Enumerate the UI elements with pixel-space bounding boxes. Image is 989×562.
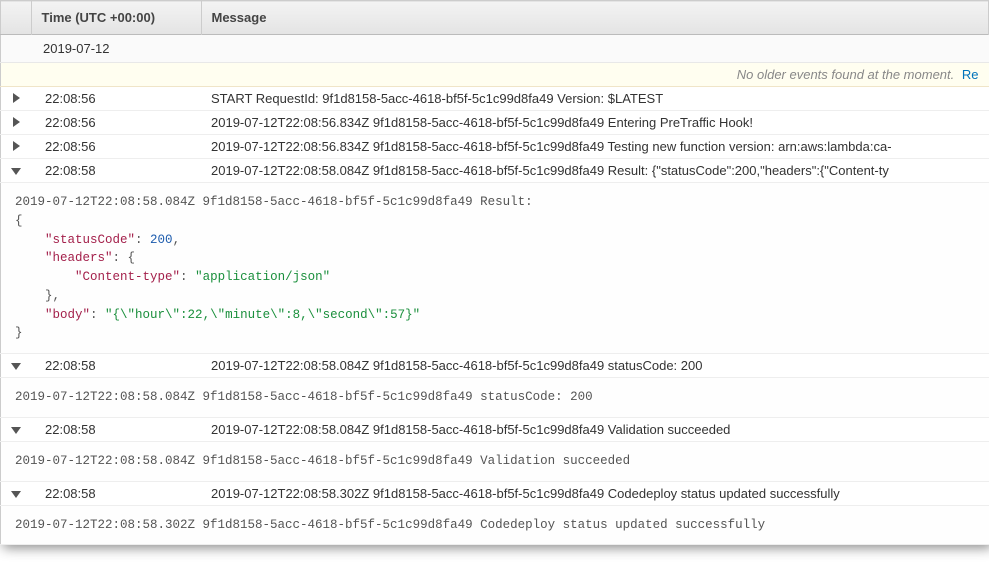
log-message: 2019-07-12T22:08:56.834Z 9f1d8158-5acc-4…: [201, 111, 989, 135]
chevron-down-icon: [11, 491, 21, 498]
log-row[interactable]: 22:08:58 2019-07-12T22:08:58.084Z 9f1d81…: [1, 417, 989, 441]
chevron-right-icon: [13, 141, 20, 151]
log-row[interactable]: 22:08:56 START RequestId: 9f1d8158-5acc-…: [1, 87, 989, 111]
expand-toggle[interactable]: [1, 135, 32, 159]
header-message[interactable]: Message: [201, 1, 989, 35]
no-older-events-notice: No older events found at the moment. Re: [1, 63, 989, 87]
log-detail: 2019-07-12T22:08:58.084Z 9f1d8158-5acc-4…: [1, 378, 989, 418]
log-time: 22:08:56: [31, 87, 201, 111]
log-detail: 2019-07-12T22:08:58.084Z 9f1d8158-5acc-4…: [1, 441, 989, 481]
log-time: 22:08:56: [31, 135, 201, 159]
log-message: 2019-07-12T22:08:58.084Z 9f1d8158-5acc-4…: [201, 354, 989, 378]
chevron-down-icon: [11, 168, 21, 175]
expand-toggle[interactable]: [1, 481, 32, 505]
date-label: 2019-07-12: [1, 35, 989, 63]
log-row[interactable]: 22:08:56 2019-07-12T22:08:56.834Z 9f1d81…: [1, 135, 989, 159]
log-detail-json: 2019-07-12T22:08:58.084Z 9f1d8158-5acc-4…: [1, 183, 989, 354]
log-time: 22:08:58: [31, 417, 201, 441]
log-time: 22:08:56: [31, 111, 201, 135]
header-expand: [1, 1, 32, 35]
log-time: 22:08:58: [31, 159, 201, 183]
chevron-right-icon: [13, 93, 20, 103]
expand-toggle[interactable]: [1, 417, 32, 441]
chevron-down-icon: [11, 363, 21, 370]
log-row[interactable]: 22:08:58 2019-07-12T22:08:58.084Z 9f1d81…: [1, 354, 989, 378]
header-time[interactable]: Time (UTC +00:00): [31, 1, 201, 35]
log-message: START RequestId: 9f1d8158-5acc-4618-bf5f…: [201, 87, 989, 111]
log-detail: 2019-07-12T22:08:58.302Z 9f1d8158-5acc-4…: [1, 505, 989, 545]
log-row[interactable]: 22:08:58 2019-07-12T22:08:58.302Z 9f1d81…: [1, 481, 989, 505]
expand-toggle[interactable]: [1, 354, 32, 378]
notice-link[interactable]: Re: [962, 67, 979, 82]
log-row[interactable]: 22:08:58 2019-07-12T22:08:58.084Z 9f1d81…: [1, 159, 989, 183]
log-time: 22:08:58: [31, 481, 201, 505]
table-header-row: Time (UTC +00:00) Message: [1, 1, 989, 35]
log-time: 22:08:58: [31, 354, 201, 378]
log-message: 2019-07-12T22:08:58.084Z 9f1d8158-5acc-4…: [201, 159, 989, 183]
log-message: 2019-07-12T22:08:58.302Z 9f1d8158-5acc-4…: [201, 481, 989, 505]
chevron-down-icon: [11, 427, 21, 434]
date-group-row: 2019-07-12: [1, 35, 989, 63]
chevron-right-icon: [13, 117, 20, 127]
log-message: 2019-07-12T22:08:58.084Z 9f1d8158-5acc-4…: [201, 417, 989, 441]
log-message: 2019-07-12T22:08:56.834Z 9f1d8158-5acc-4…: [201, 135, 989, 159]
log-table: Time (UTC +00:00) Message 2019-07-12 No …: [0, 0, 989, 545]
log-row[interactable]: 22:08:56 2019-07-12T22:08:56.834Z 9f1d81…: [1, 111, 989, 135]
expand-toggle[interactable]: [1, 87, 32, 111]
notice-text: No older events found at the moment.: [737, 67, 955, 82]
expand-toggle[interactable]: [1, 159, 32, 183]
expand-toggle[interactable]: [1, 111, 32, 135]
